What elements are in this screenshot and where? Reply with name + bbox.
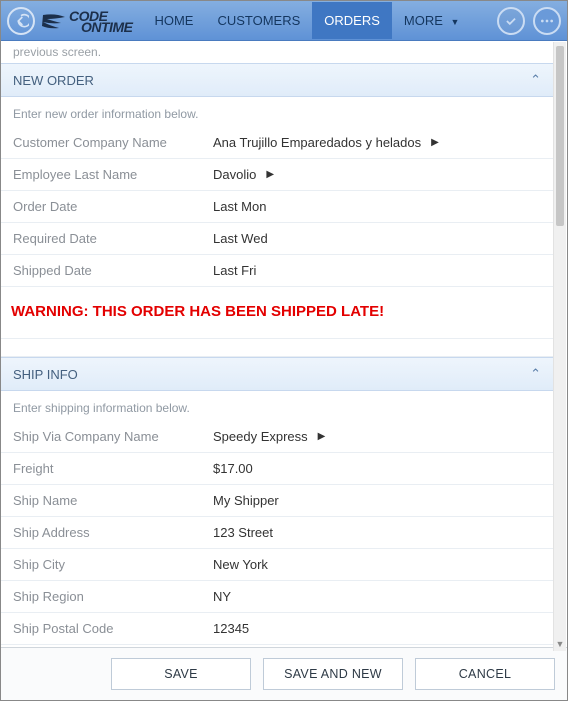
section-title: SHIP INFO bbox=[13, 367, 78, 382]
nav-more[interactable]: MORE ▼ bbox=[392, 2, 472, 39]
app-logo: CODE ONTIME bbox=[41, 9, 132, 32]
back-button[interactable] bbox=[7, 7, 35, 35]
main-nav: HOME CUSTOMERS ORDERS MORE ▼ bbox=[142, 2, 471, 39]
field-label: Ship Via Company Name bbox=[13, 429, 213, 444]
vertical-scrollbar[interactable]: ▲ ▼ bbox=[553, 42, 566, 651]
field-ship-postal[interactable]: Ship Postal Code 12345 bbox=[1, 613, 553, 645]
field-label: Employee Last Name bbox=[13, 167, 213, 182]
save-and-new-button[interactable]: SAVE AND NEW bbox=[263, 658, 403, 690]
field-label: Shipped Date bbox=[13, 263, 213, 278]
section-desc-new-order: Enter new order information below. bbox=[1, 97, 553, 127]
field-ship-name[interactable]: Ship Name My Shipper bbox=[1, 485, 553, 517]
logo-wing-icon bbox=[41, 11, 67, 31]
field-required-date[interactable]: Required Date Last Wed bbox=[1, 223, 553, 255]
nav-home[interactable]: HOME bbox=[142, 2, 205, 39]
back-arrow-icon bbox=[13, 13, 29, 29]
field-value: New York bbox=[213, 557, 541, 572]
chevron-down-icon: ▼ bbox=[451, 17, 460, 27]
field-ship-via[interactable]: Ship Via Company Name Speedy Express ▶ bbox=[1, 421, 553, 453]
section-title: NEW ORDER bbox=[13, 73, 94, 88]
logo-text-2: ONTIME bbox=[69, 22, 132, 33]
save-button[interactable]: SAVE bbox=[111, 658, 251, 690]
field-label: Order Date bbox=[13, 199, 213, 214]
app-header: CODE ONTIME HOME CUSTOMERS ORDERS MORE ▼ bbox=[1, 1, 567, 41]
field-label: Ship Region bbox=[13, 589, 213, 604]
nav-customers[interactable]: CUSTOMERS bbox=[205, 2, 312, 39]
field-value: Speedy Express bbox=[213, 429, 308, 444]
chevron-up-icon: ⌃ bbox=[530, 366, 541, 382]
field-label: Freight bbox=[13, 461, 213, 476]
chevron-up-icon: ⌃ bbox=[530, 72, 541, 88]
cancel-button[interactable]: CANCEL bbox=[415, 658, 555, 690]
field-value: Davolio bbox=[213, 167, 256, 182]
scroll-down-icon[interactable]: ▼ bbox=[554, 637, 566, 651]
picker-icon[interactable]: ▶ bbox=[266, 169, 274, 180]
field-value: Last Wed bbox=[213, 231, 541, 246]
section-header-new-order[interactable]: NEW ORDER ⌃ bbox=[1, 63, 553, 97]
more-actions-button[interactable] bbox=[533, 7, 561, 35]
field-label: Ship Name bbox=[13, 493, 213, 508]
field-label: Ship Postal Code bbox=[13, 621, 213, 636]
field-value: $17.00 bbox=[213, 461, 541, 476]
field-freight[interactable]: Freight $17.00 bbox=[1, 453, 553, 485]
section-header-ship-info[interactable]: SHIP INFO ⌃ bbox=[1, 357, 553, 391]
field-ship-city[interactable]: Ship City New York bbox=[1, 549, 553, 581]
field-value: 12345 bbox=[213, 621, 541, 636]
nav-more-label: MORE bbox=[404, 13, 443, 28]
field-customer-company-name[interactable]: Customer Company Name Ana Trujillo Empar… bbox=[1, 127, 553, 159]
field-employee-last-name[interactable]: Employee Last Name Davolio ▶ bbox=[1, 159, 553, 191]
section-desc-ship-info: Enter shipping information below. bbox=[1, 391, 553, 421]
field-label: Required Date bbox=[13, 231, 213, 246]
confirm-button[interactable] bbox=[497, 7, 525, 35]
field-value: My Shipper bbox=[213, 493, 541, 508]
previous-screen-hint: previous screen. bbox=[1, 41, 553, 63]
picker-icon[interactable]: ▶ bbox=[431, 137, 439, 148]
field-value: Last Mon bbox=[213, 199, 541, 214]
picker-icon[interactable]: ▶ bbox=[318, 431, 326, 442]
field-value: Last Fri bbox=[213, 263, 541, 278]
field-label: Customer Company Name bbox=[13, 135, 213, 150]
more-horizontal-icon bbox=[539, 13, 555, 29]
field-value: NY bbox=[213, 589, 541, 604]
nav-orders[interactable]: ORDERS bbox=[312, 2, 392, 39]
warning-banner: WARNING: THIS ORDER HAS BEEN SHIPPED LAT… bbox=[1, 287, 553, 339]
field-label: Ship Address bbox=[13, 525, 213, 540]
scrollbar-thumb[interactable] bbox=[556, 46, 564, 226]
section-gap bbox=[1, 339, 553, 357]
field-value: 123 Street bbox=[213, 525, 541, 540]
field-ship-address[interactable]: Ship Address 123 Street bbox=[1, 517, 553, 549]
field-shipped-date[interactable]: Shipped Date Last Fri bbox=[1, 255, 553, 287]
field-order-date[interactable]: Order Date Last Mon bbox=[1, 191, 553, 223]
content-scroll[interactable]: previous screen. NEW ORDER ⌃ Enter new o… bbox=[1, 41, 567, 647]
action-footer: SAVE SAVE AND NEW CANCEL bbox=[1, 647, 567, 700]
field-value: Ana Trujillo Emparedados y helados bbox=[213, 135, 421, 150]
field-ship-region[interactable]: Ship Region NY bbox=[1, 581, 553, 613]
check-icon bbox=[504, 14, 518, 28]
field-label: Ship City bbox=[13, 557, 213, 572]
